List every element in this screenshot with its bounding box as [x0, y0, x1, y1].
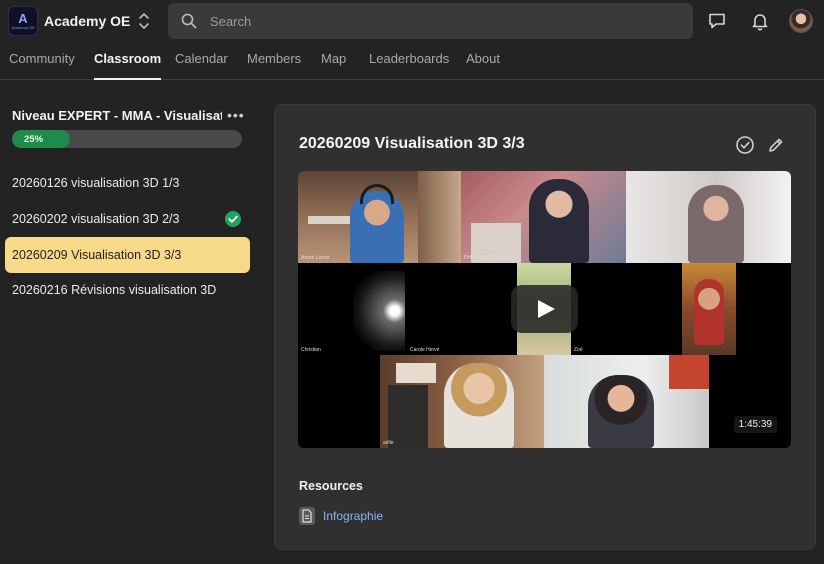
- lesson-panel: 20260209 Visualisation 3D 3/3 André Leno…: [274, 104, 816, 550]
- video-player[interactable]: André Lenoir PHILIPPON Sandrine François…: [298, 171, 791, 448]
- video-tile: André Lenoir: [298, 171, 461, 263]
- community-logo[interactable]: A Academy OE: [8, 6, 38, 36]
- lesson-item[interactable]: 20260202 visualisation 3D 2/3: [5, 201, 250, 237]
- tab-calendar[interactable]: Calendar: [175, 51, 228, 80]
- video-tile: Zoé: [571, 263, 682, 355]
- participant-name: aëlle: [383, 440, 394, 446]
- video-tile: aëlle: [380, 355, 544, 448]
- lesson-item[interactable]: 20260126 visualisation 3D 1/3: [5, 165, 250, 201]
- document-icon: [299, 507, 315, 525]
- edit-pencil-icon[interactable]: [766, 135, 786, 155]
- logo-mark-icon: A: [18, 10, 28, 26]
- check-circle-icon: [225, 211, 241, 227]
- lesson-label: 20260202 visualisation 3D 2/3: [12, 212, 180, 226]
- participant-name: Françoise Lucien: [629, 255, 668, 261]
- participant-name: Christian: [301, 347, 321, 353]
- participant-name: Zoé: [574, 347, 583, 353]
- tab-community[interactable]: Community: [9, 51, 75, 80]
- course-progress-bar: 25%: [12, 130, 242, 148]
- lesson-label: 20260216 Révisions visualisation 3D: [12, 283, 217, 297]
- video-tile: [682, 263, 736, 355]
- lesson-label: 20260209 Visualisation 3D 3/3: [12, 248, 182, 262]
- tab-leaderboards[interactable]: Leaderboards: [369, 51, 449, 80]
- resources-heading: Resources: [299, 479, 363, 493]
- tab-map[interactable]: Map: [321, 51, 346, 80]
- check-circle-outline-icon[interactable]: [735, 135, 755, 155]
- community-name[interactable]: Academy OE: [44, 13, 130, 29]
- participant-name: Carole Hervé: [410, 347, 440, 353]
- progress-fill: 25%: [12, 130, 70, 148]
- main-nav-tabs: Community Classroom Calendar Members Map…: [0, 44, 824, 80]
- lesson-item[interactable]: 20260216 Révisions visualisation 3D: [5, 272, 250, 308]
- video-tile: PHILIPPON Sandrine: [461, 171, 626, 263]
- video-tile: [736, 263, 791, 355]
- play-button[interactable]: [511, 285, 578, 333]
- video-tile: Christian: [298, 263, 407, 355]
- participant-name: Nathalie GERVAIS: [547, 440, 589, 446]
- video-tile: Carole Hervé: [407, 263, 517, 355]
- logo-caption: Academy OE: [11, 24, 35, 30]
- video-tile: Nathalie GERVAIS: [544, 355, 709, 448]
- progress-label: 25%: [24, 133, 44, 145]
- avatar[interactable]: [789, 9, 813, 33]
- top-bar: A Academy OE Academy OE: [0, 0, 824, 44]
- tab-about[interactable]: About: [466, 51, 500, 80]
- tab-members[interactable]: Members: [247, 51, 301, 80]
- participant-name: André Lenoir: [301, 255, 330, 261]
- participant-name: PHILIPPON Sandrine: [464, 255, 513, 261]
- course-title: Niveau EXPERT - MMA - Visualisation 3D: [12, 108, 222, 123]
- chat-icon[interactable]: [707, 11, 727, 31]
- bell-icon[interactable]: [750, 11, 770, 31]
- more-options-icon[interactable]: •••: [227, 107, 245, 123]
- lesson-label: 20260126 visualisation 3D 1/3: [12, 176, 180, 190]
- resource-link-infographie[interactable]: Infographie: [323, 509, 383, 523]
- search-icon: [181, 13, 197, 29]
- lesson-item-active[interactable]: 20260209 Visualisation 3D 3/3: [5, 237, 250, 273]
- lesson-title: 20260209 Visualisation 3D 3/3: [299, 135, 525, 152]
- chevron-up-down-icon[interactable]: [136, 11, 152, 31]
- search-box[interactable]: [168, 3, 693, 39]
- video-tile: Françoise Lucien: [626, 171, 791, 263]
- tab-classroom[interactable]: Classroom: [94, 51, 162, 80]
- video-duration: 1:45:39: [733, 416, 777, 433]
- search-input[interactable]: [210, 11, 670, 31]
